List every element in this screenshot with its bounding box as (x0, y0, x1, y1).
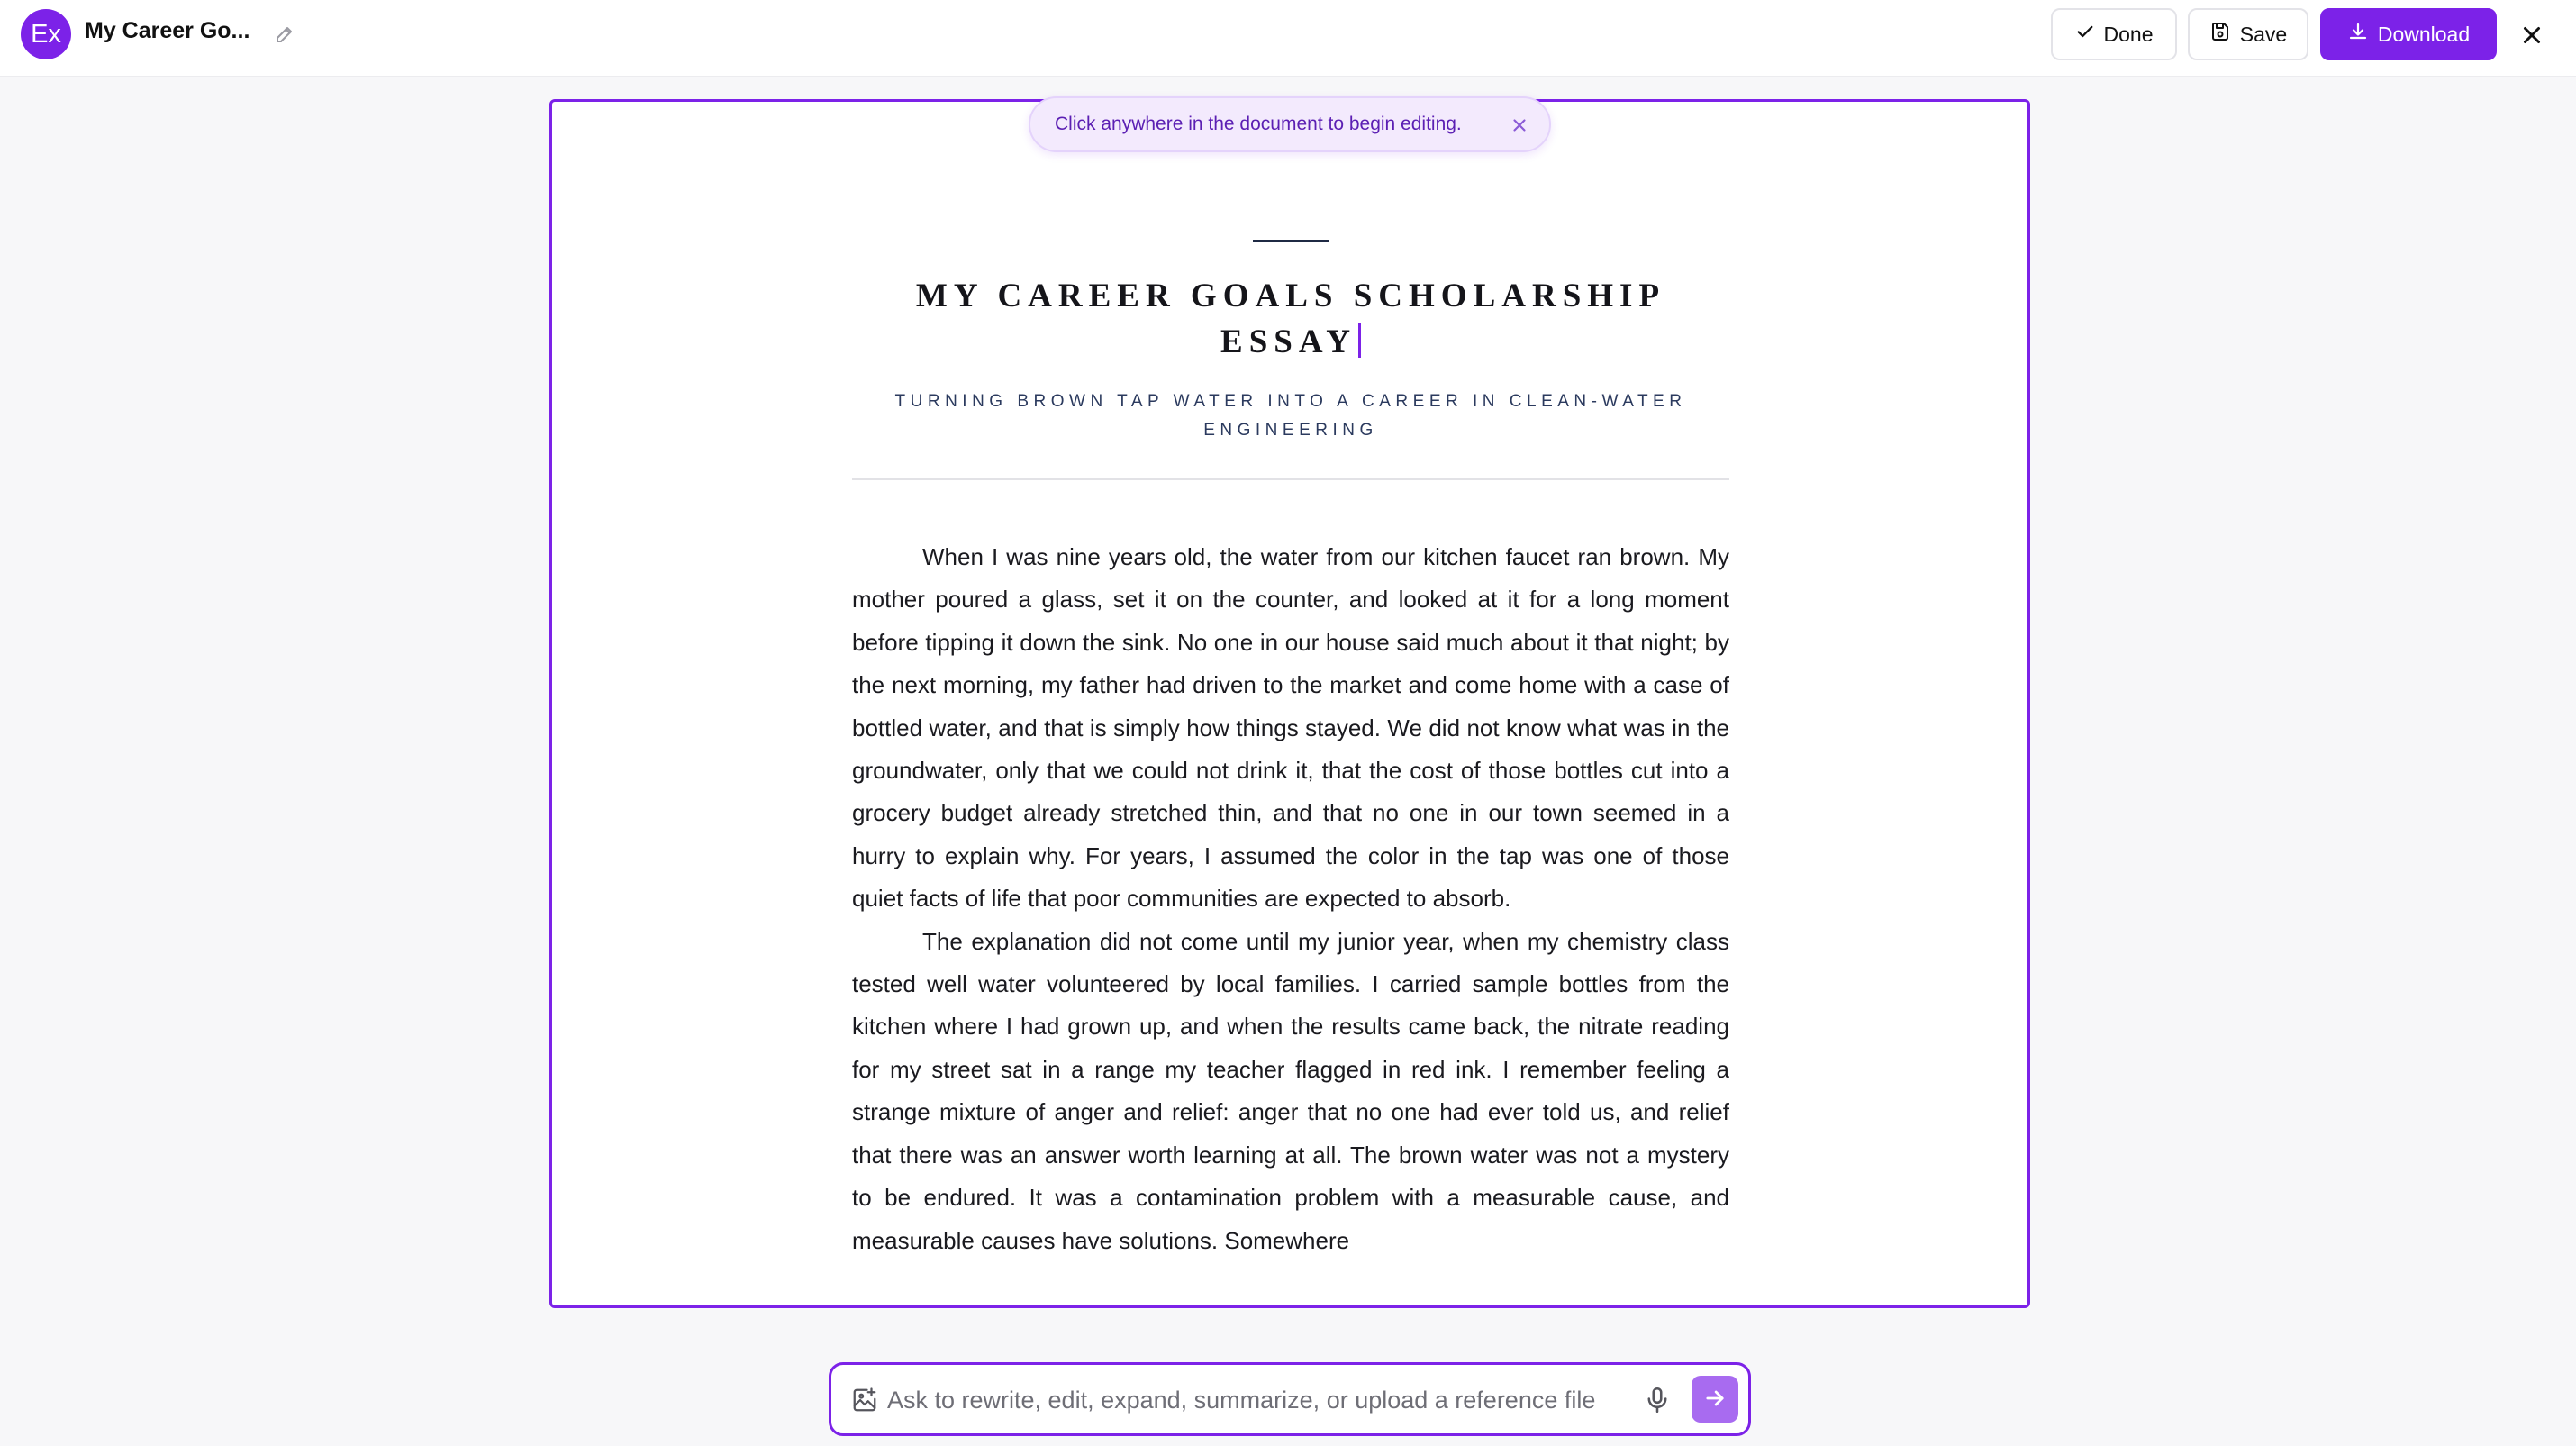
document-editor[interactable]: MY CAREER GOALS SCHOLARSHIP ESSAY TURNIN… (549, 99, 2030, 1308)
download-label: Download (2377, 22, 2471, 46)
document-title[interactable]: My Career Go... (85, 18, 249, 44)
done-button[interactable]: Done (2051, 8, 2177, 60)
title-accent-rule (1253, 240, 1329, 242)
essay-body[interactable]: When I was nine years old, the water fro… (852, 536, 1729, 1262)
arrow-right-icon (1702, 1386, 1728, 1414)
download-icon (2347, 21, 2369, 48)
check-icon (2075, 22, 2095, 47)
essay-subtitle[interactable]: TURNING BROWN TAP WATER INTO A CAREER IN… (852, 387, 1729, 445)
pencil-icon[interactable] (274, 23, 295, 45)
ai-prompt-bar (829, 1362, 1751, 1436)
text-caret (1357, 323, 1361, 358)
save-icon (2209, 21, 2231, 48)
top-bar: Ex My Career Go... Done Save Download (0, 0, 2576, 77)
essay-title[interactable]: MY CAREER GOALS SCHOLARSHIP ESSAY (852, 273, 1729, 365)
app-logo[interactable]: Ex (21, 9, 71, 59)
essay-paragraph[interactable]: The explanation did not come until my ju… (852, 921, 1729, 1262)
essay-paragraph[interactable]: When I was nine years old, the water fro… (852, 536, 1729, 921)
done-label: Done (2103, 22, 2154, 46)
essay-title-text: MY CAREER GOALS SCHOLARSHIP ESSAY (915, 277, 1666, 360)
prompt-input[interactable] (887, 1376, 1644, 1424)
save-label: Save (2239, 22, 2288, 46)
close-icon[interactable] (2518, 22, 2545, 49)
image-plus-icon[interactable] (851, 1387, 878, 1414)
editing-hint-text: Click anywhere in the document to begin … (1055, 114, 1462, 134)
header-divider (852, 478, 1729, 480)
save-button[interactable]: Save (2188, 8, 2308, 60)
mic-icon[interactable] (1642, 1385, 1673, 1415)
send-button[interactable] (1692, 1376, 1738, 1423)
download-button[interactable]: Download (2320, 8, 2497, 60)
close-icon[interactable] (1510, 115, 1529, 135)
editing-hint: Click anywhere in the document to begin … (1029, 96, 1551, 152)
